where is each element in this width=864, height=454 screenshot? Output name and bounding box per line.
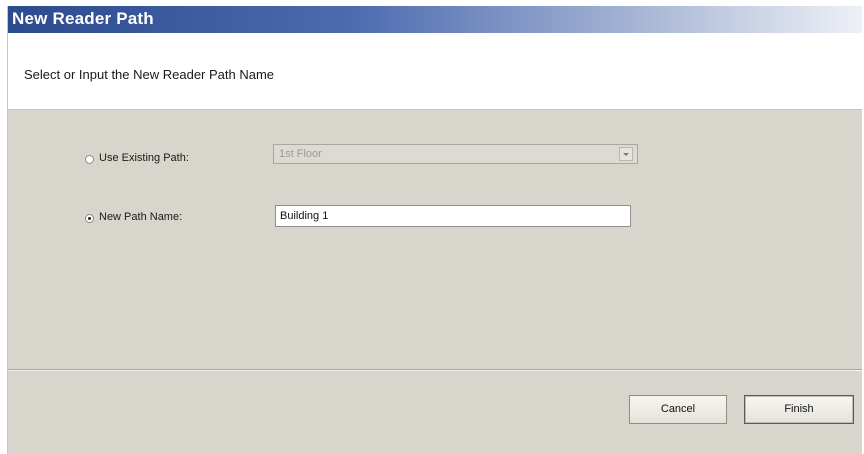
use-existing-path-radio[interactable] bbox=[85, 155, 94, 164]
footer-separator bbox=[8, 369, 862, 371]
chevron-down-icon[interactable] bbox=[619, 147, 633, 161]
header-band: Select or Input the New Reader Path Name bbox=[8, 33, 862, 110]
new-path-name-input[interactable] bbox=[275, 205, 631, 227]
finish-button[interactable]: Finish bbox=[744, 395, 854, 424]
existing-path-dropdown[interactable]: 1st Floor bbox=[273, 144, 638, 164]
dialog-window: New Reader Path Select or Input the New … bbox=[7, 6, 862, 454]
dialog-title: New Reader Path bbox=[12, 9, 154, 28]
use-existing-path-label: Use Existing Path: bbox=[99, 152, 189, 164]
title-bar: New Reader Path bbox=[8, 6, 862, 33]
existing-path-value: 1st Floor bbox=[279, 148, 322, 160]
instruction-text: Select or Input the New Reader Path Name bbox=[24, 67, 275, 82]
new-path-name-radio[interactable] bbox=[85, 214, 94, 223]
cancel-button[interactable]: Cancel bbox=[629, 395, 727, 424]
new-path-name-label: New Path Name: bbox=[99, 211, 183, 223]
